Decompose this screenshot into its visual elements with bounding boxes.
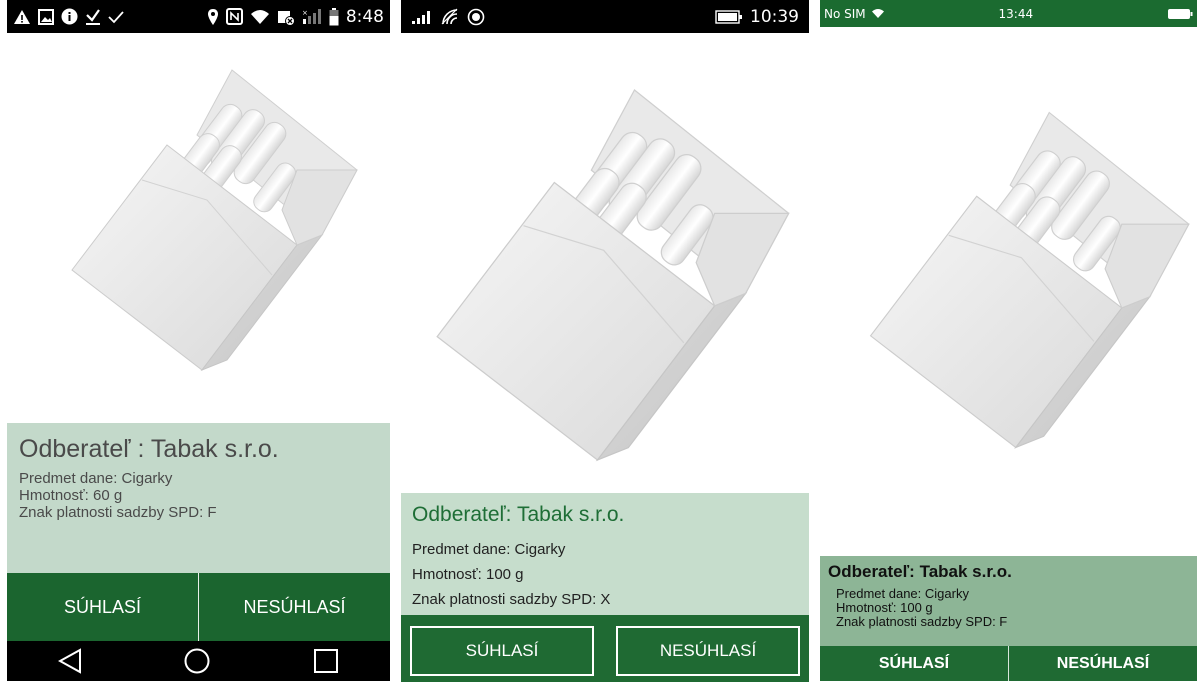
tax-subject: Predmet dane: Cigarky (19, 470, 173, 487)
rate-code: Znak platnosti sadzby SPD: F (836, 614, 1008, 629)
warning-icon (13, 9, 31, 25)
battery-saver-icon (277, 8, 295, 26)
rate-code: Znak platnosti sadzby SPD: F (19, 504, 217, 521)
agree-button[interactable]: SÚHLASÍ (820, 646, 1008, 681)
action-bar: SÚHLASÍ NESÚHLASÍ (401, 615, 809, 682)
back-icon[interactable] (58, 648, 82, 674)
customer-title: Odberateľ : Tabak s.r.o. (19, 435, 279, 463)
image-icon (38, 8, 54, 25)
signal-icon: × (302, 8, 322, 25)
wifi-icon (440, 8, 460, 26)
status-bar: 10:39 (401, 0, 809, 33)
agree-button[interactable]: SÚHLASÍ (410, 626, 594, 676)
signal-icon (411, 10, 433, 24)
wifi-icon (250, 9, 270, 25)
taxpayer-info-panel: Odberateľ: Tabak s.r.o. Predmet dane: Ci… (401, 493, 809, 615)
wifi-icon (871, 8, 885, 19)
location-icon (207, 8, 219, 26)
carrier-label: No SIM (824, 6, 866, 21)
status-bar: No SIM 13:44 (820, 0, 1197, 27)
tax-subject: Predmet dane: Cigarky (836, 586, 969, 601)
ios-screen: No SIM 13:44 Odberateľ: Tabak s.r.o. Pre… (820, 0, 1197, 681)
home-icon[interactable] (184, 648, 210, 674)
status-time: 8:48 (345, 6, 384, 27)
battery-icon (329, 7, 339, 26)
customer-title: Odberateľ: Tabak s.r.o. (828, 562, 1012, 581)
agree-button[interactable]: SÚHLASÍ (7, 573, 198, 641)
svg-text:×: × (302, 9, 308, 17)
windows-phone-screen: 10:39 Odberateľ: Tabak s.r.o. Predmet da… (401, 0, 809, 682)
rate-code: Znak platnosti sadzby SPD: X (412, 591, 611, 608)
taxpayer-info-panel: Odberateľ: Tabak s.r.o. Predmet dane: Ci… (820, 556, 1197, 646)
cigarette-pack-image (71, 69, 358, 371)
download-done-icon (85, 8, 101, 26)
check-icon (108, 10, 124, 24)
customer-title: Odberateľ: Tabak s.r.o. (412, 503, 625, 526)
info-icon (61, 8, 78, 25)
location-icon (467, 8, 485, 26)
android-screen: × 8:48 Odberateľ : Tabak s.r.o. Predmet … (7, 0, 390, 681)
navigation-bar (7, 641, 390, 681)
battery-icon (1167, 8, 1193, 20)
disagree-button[interactable]: NESÚHLASÍ (198, 573, 390, 641)
nfc-icon (225, 8, 243, 25)
cigarette-pack-image (870, 111, 1190, 449)
weight: Hmotnosť: 60 g (19, 487, 123, 504)
taxpayer-info-panel: Odberateľ : Tabak s.r.o. Predmet dane: C… (7, 423, 390, 573)
status-bar: × 8:48 (7, 0, 390, 33)
status-time: 10:39 (750, 6, 799, 27)
disagree-button[interactable]: NESÚHLASÍ (616, 626, 800, 676)
weight: Hmotnosť: 100 g (412, 566, 524, 583)
action-bar: SÚHLASÍ NESÚHLASÍ (820, 646, 1197, 681)
status-time: 13:44 (998, 6, 1034, 21)
weight: Hmotnosť: 100 g (836, 600, 933, 615)
action-bar: SÚHLASÍ NESÚHLASÍ (7, 573, 390, 641)
disagree-button[interactable]: NESÚHLASÍ (1008, 646, 1197, 681)
recents-icon[interactable] (313, 648, 339, 674)
cigarette-pack-image (436, 89, 790, 461)
battery-icon (715, 9, 743, 24)
tax-subject: Predmet dane: Cigarky (412, 541, 566, 558)
